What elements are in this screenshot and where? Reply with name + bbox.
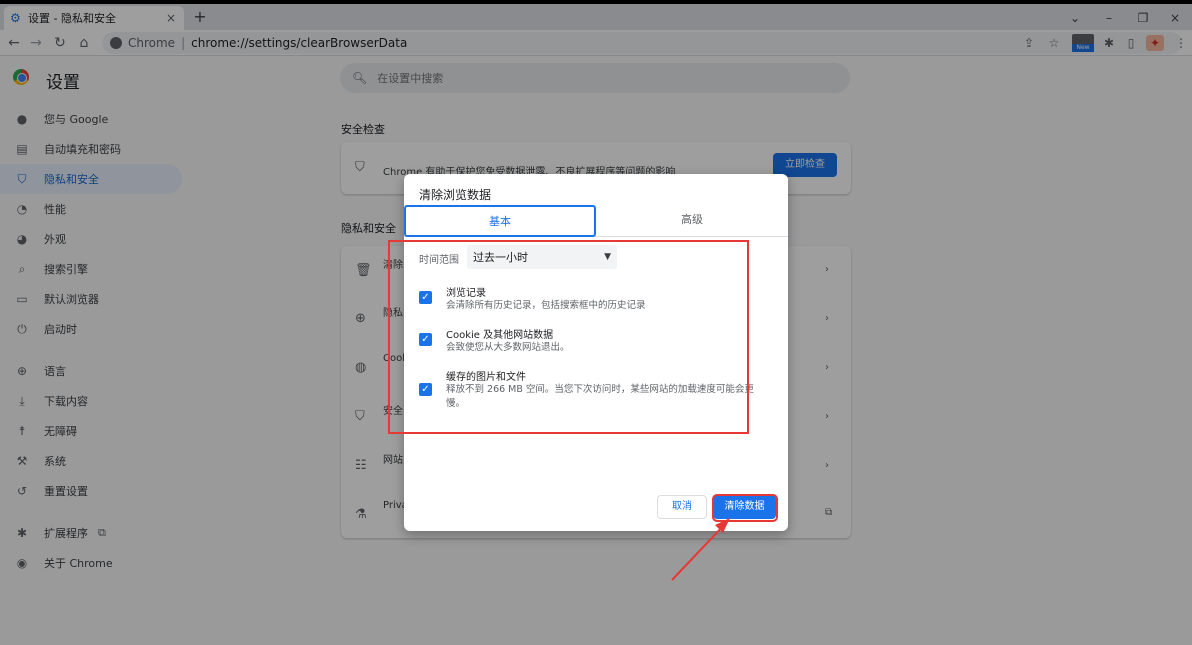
- clear-data-button[interactable]: 清除数据: [713, 495, 776, 519]
- tab-advanced[interactable]: 高级: [596, 205, 788, 237]
- highlight-box: [388, 240, 749, 434]
- dialog-tabs: 基本 高级: [404, 205, 788, 237]
- tab-basic[interactable]: 基本: [404, 205, 596, 237]
- cancel-button[interactable]: 取消: [657, 495, 707, 519]
- dialog-title: 清除浏览数据: [419, 188, 492, 202]
